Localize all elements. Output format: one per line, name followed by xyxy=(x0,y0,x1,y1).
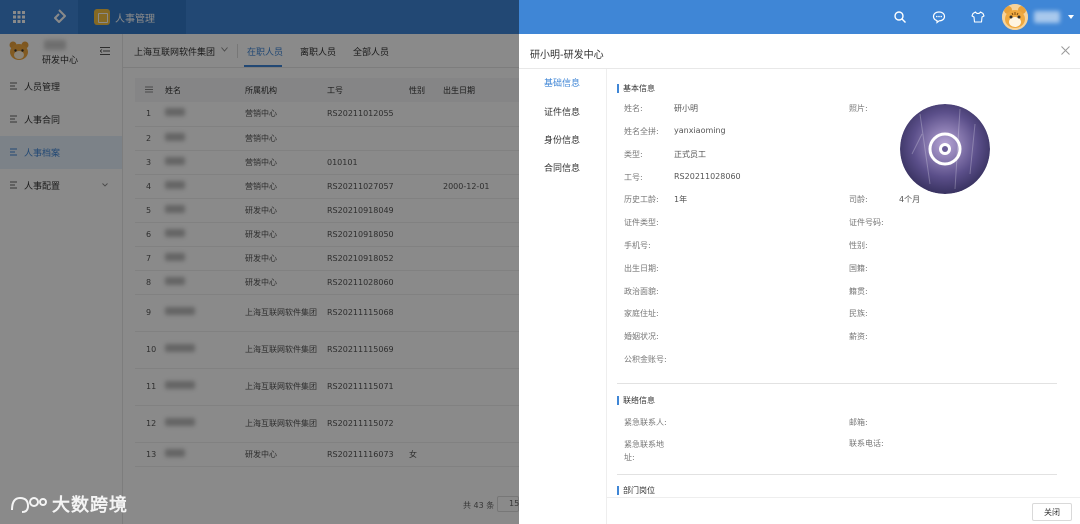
close-button[interactable]: 关闭 xyxy=(1032,503,1072,521)
drawer-title: 研小明-研发中心 xyxy=(530,50,604,61)
drawer-footer-divider xyxy=(607,497,1080,498)
field-label-ethnicity: 民族: xyxy=(849,309,868,318)
field-label-emergency-address: 紧急联系地址: xyxy=(624,440,664,462)
section-title-contact: 联络信息 xyxy=(617,395,655,406)
modal-mask[interactable] xyxy=(0,0,519,524)
tiger-avatar-icon xyxy=(1002,4,1028,30)
nav-contract-info[interactable]: 合同信息 xyxy=(544,161,580,174)
user-avatar[interactable] xyxy=(1002,4,1028,30)
close-icon[interactable] xyxy=(1060,45,1071,56)
field-label-id-number: 证件号码: xyxy=(849,218,884,227)
drawer-section-nav: 基础信息 证件信息 身份信息 合同信息 xyxy=(519,69,607,524)
field-label-salary: 薪资: xyxy=(849,332,868,341)
theme-shirt-icon[interactable] xyxy=(971,10,985,24)
section-divider xyxy=(617,474,1057,475)
section-divider xyxy=(617,383,1057,384)
section-title-department: 部门岗位 xyxy=(617,485,655,496)
field-label-marital: 婚姻状况: xyxy=(624,332,659,341)
field-label-tenure: 司龄: xyxy=(849,195,868,204)
message-icon[interactable] xyxy=(932,10,946,24)
field-label-name: 姓名: xyxy=(624,104,643,113)
nav-certificate-info[interactable]: 证件信息 xyxy=(544,105,580,118)
field-value-pinyin: yanxiaoming xyxy=(674,126,726,135)
user-name-blurred[interactable] xyxy=(1034,11,1060,23)
field-label-housing-fund: 公积金账号: xyxy=(624,355,667,364)
section-title-basic: 基本信息 xyxy=(617,83,655,94)
nav-identity-info[interactable]: 身份信息 xyxy=(544,133,580,146)
nav-basic-info[interactable]: 基础信息 xyxy=(544,76,580,89)
field-label-address: 家庭住址: xyxy=(624,309,659,318)
field-label-contact-phone: 联系电话: xyxy=(849,439,884,448)
field-label-email: 邮箱: xyxy=(849,418,868,427)
photo-disc-icon xyxy=(900,104,990,194)
field-label-id: 工号: xyxy=(624,173,643,182)
field-label-nationality: 国籍: xyxy=(849,264,868,273)
field-label-phone: 手机号: xyxy=(624,241,651,250)
field-value-type: 正式员工 xyxy=(674,150,706,159)
field-label-id-type: 证件类型: xyxy=(624,218,659,227)
user-menu-caret-icon[interactable] xyxy=(1068,15,1074,19)
watermark: 大数跨境 xyxy=(8,490,128,518)
field-value-id: RS20211028060 xyxy=(674,172,741,181)
field-label-native-place: 籍贯: xyxy=(849,287,868,296)
field-value-history: 1年 xyxy=(674,195,688,204)
field-label-pinyin: 姓名全拼: xyxy=(624,127,659,136)
employee-photo xyxy=(900,104,990,194)
field-value-name: 研小明 xyxy=(674,104,698,113)
employee-detail-drawer: 研小明-研发中心 基础信息 证件信息 身份信息 合同信息 基本信息 姓名: 研小… xyxy=(519,34,1080,524)
field-value-tenure: 4个月 xyxy=(899,195,921,204)
field-label-type: 类型: xyxy=(624,150,643,159)
field-label-emergency-contact: 紧急联系人: xyxy=(624,418,667,427)
search-icon[interactable] xyxy=(893,10,907,24)
field-label-political: 政治面貌: xyxy=(624,287,659,296)
field-label-gender: 性别: xyxy=(849,241,868,250)
field-label-history: 历史工龄: xyxy=(624,195,659,204)
watermark-text: 大数跨境 xyxy=(52,495,128,516)
watermark-logo-icon xyxy=(11,496,47,513)
field-label-photo: 照片: xyxy=(849,104,868,113)
field-label-birth: 出生日期: xyxy=(624,264,659,273)
